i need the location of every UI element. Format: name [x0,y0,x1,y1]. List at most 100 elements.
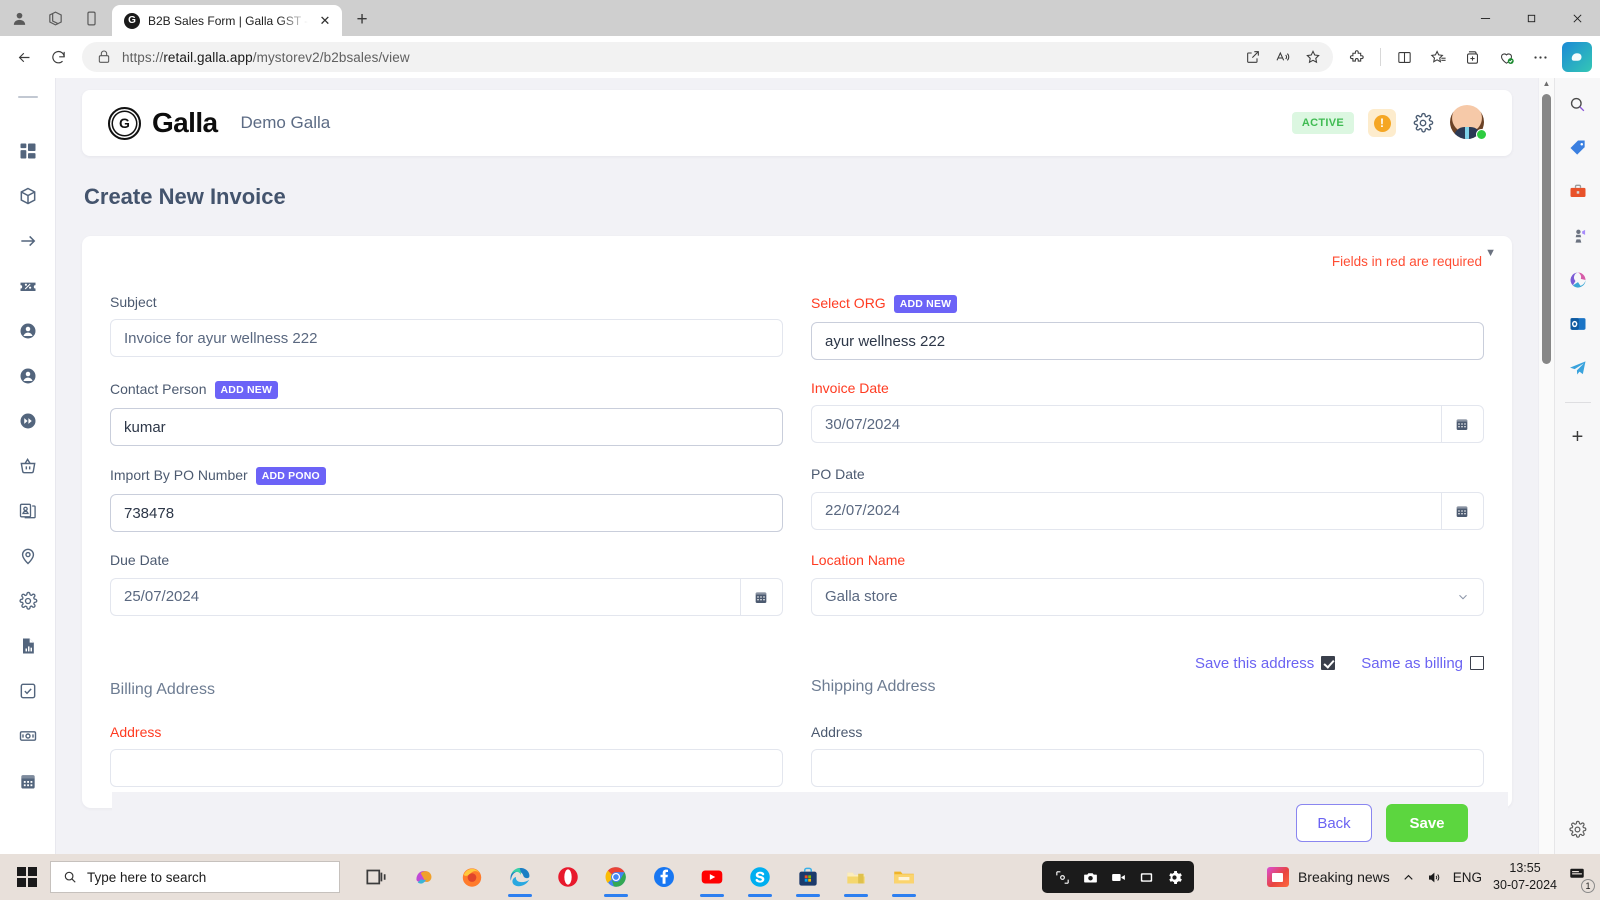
task-view-icon[interactable] [354,856,398,898]
save-this-address-option[interactable]: Save this address [1195,655,1336,672]
show-hidden-icons-chevron[interactable] [1401,870,1416,885]
language-indicator[interactable]: ENG [1453,870,1482,885]
new-tab-button[interactable]: + [348,6,376,34]
volume-icon[interactable] [1427,870,1442,885]
invoice-date-calendar-icon[interactable] [1440,405,1484,444]
sidebar-item-contacts[interactable] [8,353,48,398]
add-new-org-button[interactable]: ADD NEW [893,295,958,314]
sidebar-item-orders[interactable] [8,443,48,488]
microsoft-store-icon[interactable] [786,856,830,898]
subject-input[interactable]: Invoice for ayur wellness 222 [110,319,783,358]
due-date-input[interactable]: 25/07/2024 [110,577,740,616]
settings-icon[interactable] [1162,865,1186,889]
sidebar-item-transfer[interactable] [8,218,48,263]
sidebar-item-calendar[interactable] [8,758,48,803]
copilot-icon[interactable] [402,856,446,898]
youtube-icon[interactable] [690,856,734,898]
more-options-icon[interactable] [1524,42,1556,72]
notifications-button[interactable]: 1 [1568,865,1595,893]
collections-star-icon[interactable] [1422,42,1454,72]
edge-sidebar-settings-icon[interactable] [1568,820,1587,844]
read-aloud-icon[interactable] [1269,44,1297,70]
firefox-icon[interactable] [450,856,494,898]
sidebar-item-locations[interactable] [8,533,48,578]
shopping-tag-icon[interactable] [1564,134,1592,162]
opera-icon[interactable] [546,856,590,898]
news-widget[interactable]: Breaking news [1266,867,1390,887]
collapse-caret-icon[interactable]: ▼ [1485,248,1496,259]
extensions-icon[interactable] [1341,42,1373,72]
camera-icon[interactable] [1078,865,1102,889]
tab-close-icon[interactable]: ✕ [316,12,334,30]
sidebar-collapse-handle[interactable] [17,96,38,98]
add-pono-button[interactable]: ADD PONO [255,467,326,486]
add-sidebar-app-button[interactable]: + [1564,423,1592,451]
sidebar-item-payments[interactable] [8,713,48,758]
taskbar-search[interactable]: Type here to search [50,861,340,893]
facebook-icon[interactable] [642,856,686,898]
sidebar-item-dashboard[interactable] [8,128,48,173]
minimize-button[interactable] [1462,0,1508,36]
telegram-icon[interactable] [1564,354,1592,382]
outlook-icon[interactable] [1564,310,1592,338]
invoice-date-input[interactable]: 30/07/2024 [811,405,1441,444]
browser-tab[interactable]: G B2B Sales Form | Galla GST - Inve ✕ [112,5,342,36]
microsoft-edge-icon[interactable] [498,856,542,898]
shipping-address-input[interactable] [811,748,1484,787]
tools-icon[interactable] [1564,178,1592,206]
sidebar-item-settings[interactable] [8,578,48,623]
reload-icon[interactable] [42,42,74,72]
save-this-address-checkbox[interactable] [1321,656,1336,671]
back-button[interactable]: Back [1296,804,1372,842]
alert-button[interactable]: ! [1368,109,1396,137]
add-to-collections-icon[interactable] [1456,42,1488,72]
add-new-contact-button[interactable]: ADD NEW [214,381,279,400]
skype-icon[interactable] [738,856,782,898]
scrollbar-thumb[interactable] [1542,94,1551,364]
page-scrollbar[interactable]: ▲ [1538,78,1554,854]
google-chrome-icon[interactable] [594,856,638,898]
workspaces-icon[interactable] [44,7,66,29]
sidebar-item-tasks[interactable] [8,668,48,713]
video-icon[interactable] [1106,865,1130,889]
sidebar-item-products[interactable] [8,173,48,218]
import-po-input[interactable]: 738478 [110,494,783,533]
search-icon[interactable] [1564,90,1592,118]
clock[interactable]: 13:55 30-07-2024 [1493,860,1557,894]
settings-gear-icon[interactable] [1410,110,1436,136]
sidebar-item-reports[interactable] [8,623,48,668]
location-name-select[interactable]: Galla store [811,577,1484,616]
browser-essentials-icon[interactable] [1490,42,1522,72]
po-date-calendar-icon[interactable] [1440,491,1484,530]
start-button[interactable] [6,857,48,897]
select-org-input[interactable]: ayur wellness 222 [811,322,1484,361]
sidebar-item-customers[interactable] [8,308,48,353]
same-as-billing-option[interactable]: Same as billing [1361,655,1484,672]
avatar[interactable] [1450,105,1487,141]
po-date-input[interactable]: 22/07/2024 [811,491,1441,530]
folder-yellow-icon[interactable] [834,856,878,898]
copilot-icon[interactable] [1562,42,1592,72]
split-screen-icon[interactable] [1388,42,1420,72]
billing-address-input[interactable] [110,748,783,787]
maximize-button[interactable] [1508,0,1554,36]
save-button[interactable]: Save [1386,804,1468,842]
games-icon[interactable] [1564,222,1592,250]
address-bar[interactable]: https://retail.galla.app/mystorev2/b2bsa… [82,42,1333,72]
sidebar-item-discounts[interactable] [8,263,48,308]
open-in-app-icon[interactable] [1239,44,1267,70]
microsoft-365-icon[interactable] [1564,266,1592,294]
tab-actions-icon[interactable] [80,7,102,29]
sidebar-item-catalog[interactable] [8,488,48,533]
favorite-star-icon[interactable] [1299,44,1327,70]
sidebar-item-quick-actions[interactable] [8,398,48,443]
file-explorer-icon[interactable] [882,856,926,898]
window-icon[interactable] [1134,865,1158,889]
profile-icon[interactable] [8,7,30,29]
due-date-calendar-icon[interactable] [739,577,783,616]
contact-person-input[interactable]: kumar [110,408,783,447]
close-button[interactable] [1554,0,1600,36]
same-as-billing-checkbox[interactable] [1470,656,1484,671]
screenshot-icon[interactable] [1050,865,1074,889]
brand[interactable]: G Galla Demo Galla [108,106,330,140]
